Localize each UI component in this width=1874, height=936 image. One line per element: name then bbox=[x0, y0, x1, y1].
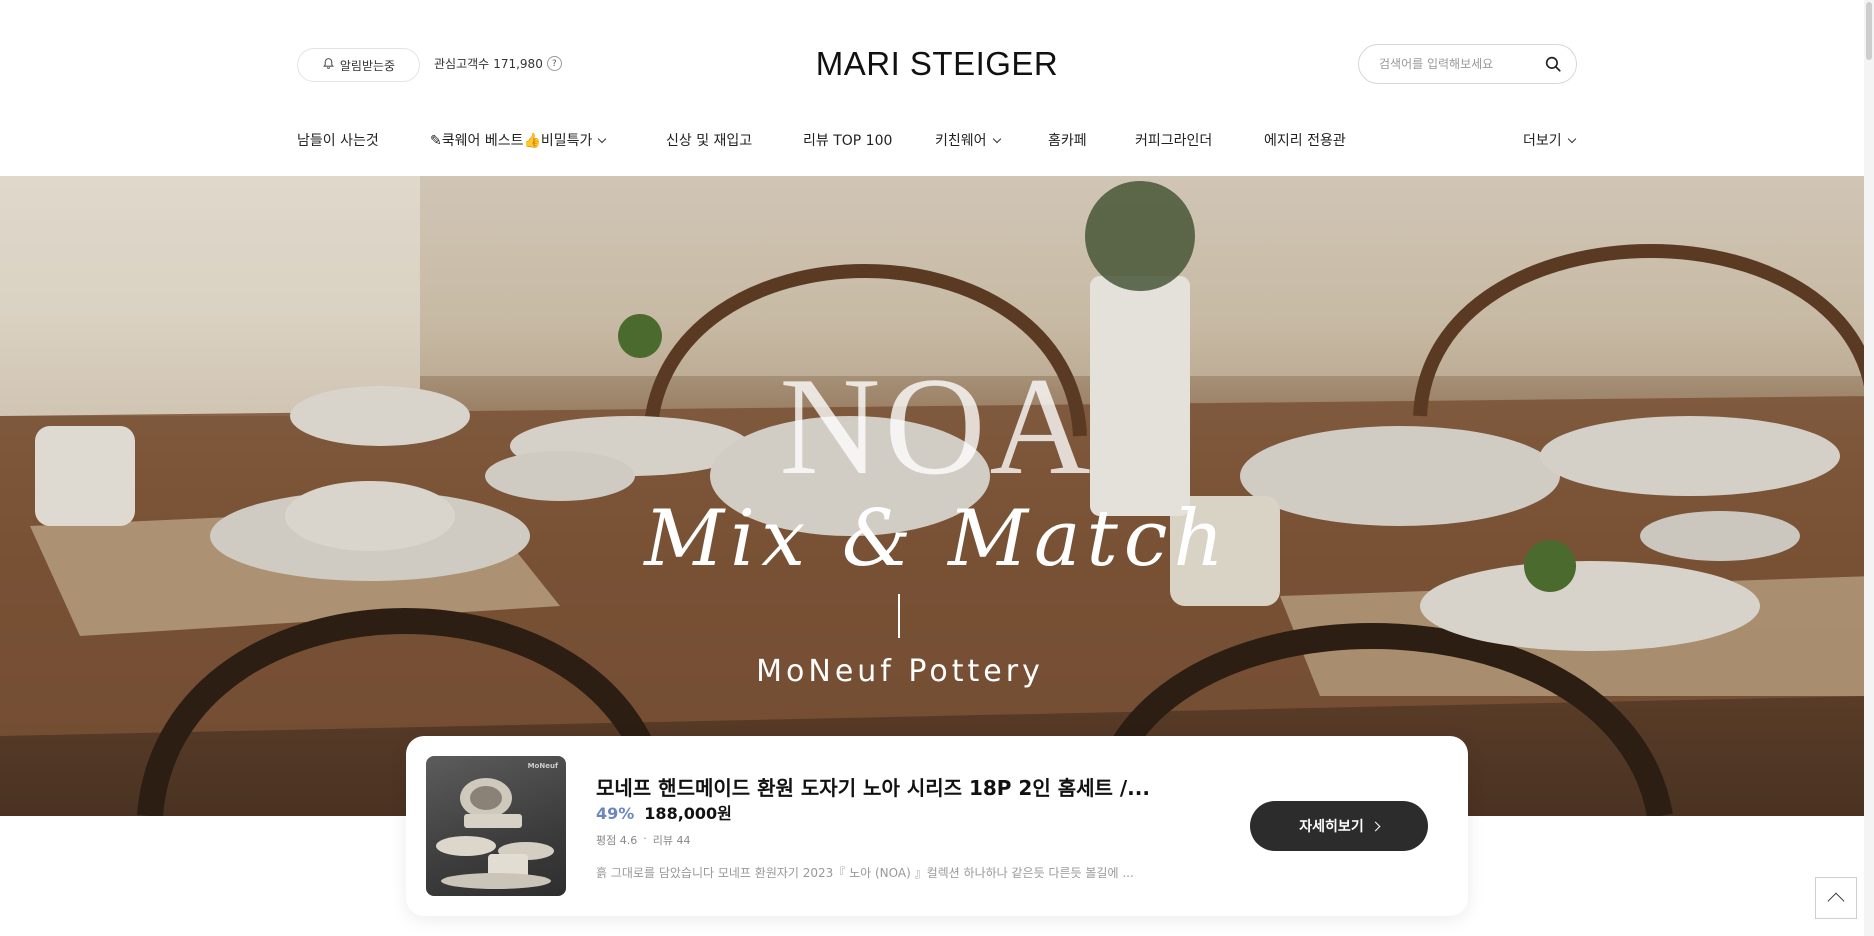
nav-label: 키친웨어 bbox=[935, 133, 987, 149]
chevron-up-icon bbox=[1827, 892, 1845, 910]
nav-item-homecafe[interactable]: 홈카페 bbox=[1048, 130, 1087, 150]
fans-label: 관심고객수 bbox=[434, 57, 490, 71]
nav-item-coffee-grinder[interactable]: 커피그라인더 bbox=[1135, 130, 1212, 150]
fans-counter: 관심고객수 171,980 ? bbox=[434, 55, 562, 72]
hero-divider bbox=[898, 594, 900, 638]
hero-subtitle: MoNeuf Pottery bbox=[756, 654, 1044, 689]
fans-count: 171,980 bbox=[493, 56, 543, 71]
product-image bbox=[436, 778, 554, 889]
product-description: 흙 그대로를 담았습니다 모네프 환원자기 2023『 노아 (NOA) 』컬렉… bbox=[596, 866, 1134, 880]
page-scrollbar[interactable] bbox=[1864, 0, 1874, 936]
nav-item-new-restock[interactable]: 신상 및 재입고 bbox=[666, 130, 752, 150]
nav-label: 남들이 사는것 bbox=[297, 133, 379, 149]
nav-item-review-top[interactable]: 리뷰 TOP 100 bbox=[803, 130, 892, 150]
nav-item-ejiri[interactable]: 에지리 전용관 bbox=[1264, 130, 1346, 150]
site-header: 알림받는중 관심고객수 171,980 ? MARI STEIGER 남들이 사… bbox=[0, 0, 1874, 176]
nav-label: 홈카페 bbox=[1048, 133, 1087, 149]
main-nav: 남들이 사는것 ✎쿡웨어 베스트👍비밀특가 신상 및 재입고 리뷰 TOP 10… bbox=[0, 122, 1874, 158]
hero-script-title: Mix & Match bbox=[644, 494, 1230, 584]
rating-text: 평점 4.6 bbox=[596, 834, 638, 847]
site-logo[interactable]: MARI STEIGER bbox=[806, 44, 1068, 84]
product-name[interactable]: 모네프 핸드메이드 환원 도자기 노아 시리즈 18P 2인 홈세트 /... bbox=[596, 772, 1150, 801]
scroll-top-button[interactable] bbox=[1815, 877, 1857, 919]
chevron-down-icon bbox=[992, 134, 1001, 143]
nav-label: 커피그라인더 bbox=[1135, 133, 1213, 149]
nav-item-more[interactable]: 더보기 bbox=[1523, 130, 1576, 150]
alarm-label: 알림받는중 bbox=[339, 58, 396, 73]
nav-item-cookware-best[interactable]: ✎쿡웨어 베스트👍비밀특가 bbox=[430, 130, 607, 150]
search-box bbox=[1358, 44, 1577, 84]
nav-label: 에지리 전용관 bbox=[1264, 133, 1346, 149]
nav-label: ✎쿡웨어 베스트👍비밀특가 bbox=[430, 133, 593, 149]
review-count: 리뷰 44 bbox=[652, 834, 691, 847]
hero-banner[interactable]: NOA Mix & Match MoNeuf Pottery bbox=[0, 176, 1874, 816]
nav-label: 신상 및 재입고 bbox=[666, 133, 753, 149]
chevron-down-icon bbox=[598, 134, 607, 143]
chevron-down-icon bbox=[1567, 134, 1576, 143]
nav-item-others-buy[interactable]: 남들이 사는것 bbox=[297, 130, 379, 150]
alarm-button[interactable]: 알림받는중 bbox=[297, 48, 420, 82]
view-detail-button[interactable]: 자세히보기 bbox=[1250, 801, 1428, 851]
search-icon[interactable] bbox=[1542, 53, 1564, 75]
sale-price: 188,000원 bbox=[644, 804, 732, 823]
product-card[interactable]: MoNeuf 모네프 핸드메이드 환원 도자기 노아 시리즈 18P 2인 홈세… bbox=[406, 736, 1468, 916]
chevron-right-icon bbox=[1370, 821, 1381, 831]
help-icon[interactable]: ? bbox=[546, 56, 562, 71]
hero-title: NOA bbox=[779, 349, 1095, 504]
discount-rate: 49% bbox=[596, 804, 635, 823]
bell-icon bbox=[322, 57, 335, 73]
product-price: 49% 188,000원 bbox=[596, 800, 732, 824]
nav-label: 더보기 bbox=[1523, 133, 1562, 149]
view-detail-label: 자세히보기 bbox=[1299, 819, 1364, 835]
meta-separator: · bbox=[643, 832, 647, 845]
nav-label: 리뷰 TOP 100 bbox=[803, 133, 893, 149]
nav-item-kitchenware[interactable]: 키친웨어 bbox=[935, 130, 1001, 150]
scrollbar-thumb[interactable] bbox=[1866, 2, 1872, 60]
search-input[interactable] bbox=[1379, 57, 1542, 71]
product-meta: 평점 4.6 · 리뷰 44 bbox=[596, 832, 690, 848]
thumbnail-brand: MoNeuf bbox=[527, 762, 558, 770]
product-thumbnail[interactable]: MoNeuf bbox=[426, 756, 566, 896]
